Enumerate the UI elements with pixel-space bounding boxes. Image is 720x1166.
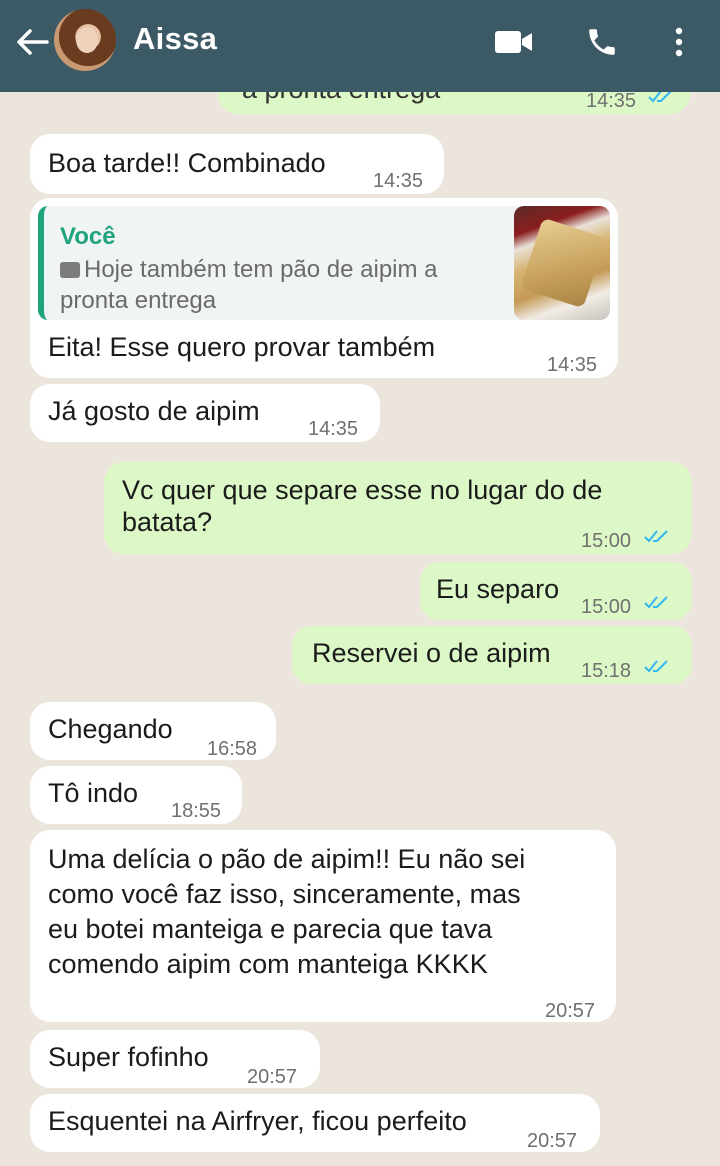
phone-icon	[589, 29, 615, 55]
message-time: 15:18	[581, 660, 632, 682]
read-ticks-icon	[644, 596, 668, 609]
message-time: 20:57	[527, 1130, 578, 1152]
message-time: 18:55	[171, 800, 222, 822]
message-text: Esquentei na Airfryer, ficou perfeito	[48, 1106, 467, 1136]
message-incoming[interactable]: Boa tarde!! Combinado 14:35	[30, 134, 444, 194]
message-text: Boa tarde!! Combinado	[48, 148, 326, 178]
more-options-button[interactable]	[657, 22, 701, 62]
contact-avatar[interactable]	[54, 9, 116, 71]
quote-author: Você	[60, 223, 116, 250]
message-incoming[interactable]: Uma delícia o pão de aipim!! Eu não sei …	[30, 830, 616, 1022]
chat-area[interactable]: a pronta entrega 14:35 Boa tarde!! Combi…	[0, 0, 720, 1166]
message-time: 14:35	[373, 170, 424, 192]
video-call-icon	[495, 31, 532, 53]
message-time: 15:00	[581, 530, 632, 552]
message-text: Tô indo	[48, 778, 139, 808]
more-vert-icon	[675, 27, 683, 57]
message-outgoing[interactable]: Reservei o de aipim 15:18	[292, 626, 692, 684]
quote-text: Hoje também tem pão de aipim a pronta en…	[60, 256, 438, 314]
message-incoming[interactable]: Esquentei na Airfryer, ficou perfeito 20…	[30, 1094, 600, 1152]
read-ticks-icon	[644, 530, 668, 543]
message-incoming-reply[interactable]: Você Hoje também tem pão de aipim a pron…	[30, 198, 618, 378]
message-text: Eita! Esse quero provar também	[48, 332, 436, 362]
back-button[interactable]	[12, 22, 52, 62]
video-call-button[interactable]	[492, 22, 536, 62]
voice-call-button[interactable]	[580, 22, 624, 62]
message-incoming[interactable]: Já gosto de aipim 14:35	[30, 384, 380, 442]
message-text: Eu separo	[436, 574, 560, 604]
quoted-message[interactable]: Você Hoje também tem pão de aipim a pron…	[38, 206, 610, 320]
message-time: 20:57	[247, 1066, 298, 1088]
message-text: Uma delícia o pão de aipim!! Eu não sei …	[48, 844, 526, 979]
message-text: Reservei o de aipim	[312, 638, 551, 668]
message-incoming[interactable]: Super fofinho 20:57	[30, 1030, 320, 1088]
message-outgoing[interactable]: Eu separo 15:00	[420, 562, 692, 620]
message-incoming[interactable]: Chegando 16:58	[30, 702, 276, 760]
contact-name[interactable]: Aissa	[133, 21, 217, 57]
message-time: 20:57	[545, 1000, 596, 1022]
back-arrow-icon	[17, 29, 49, 55]
message-text: Super fofinho	[48, 1042, 209, 1072]
message-text: Já gosto de aipim	[48, 396, 260, 426]
message-time: 15:00	[581, 596, 632, 618]
message-time: 16:58	[207, 738, 258, 760]
message-text: Chegando	[48, 714, 173, 744]
photo-icon	[60, 262, 80, 278]
message-outgoing[interactable]: Vc quer que separe esse no lugar do de b…	[104, 462, 692, 554]
message-text: Vc quer que separe esse no lugar do de b…	[122, 475, 603, 537]
message-time: 14:35	[308, 418, 359, 440]
read-ticks-icon	[644, 660, 668, 673]
quote-thumbnail-image	[514, 206, 610, 320]
chat-header: Aissa	[0, 0, 720, 92]
message-incoming[interactable]: Tô indo 18:55	[30, 766, 242, 824]
message-time: 14:35	[547, 354, 598, 376]
